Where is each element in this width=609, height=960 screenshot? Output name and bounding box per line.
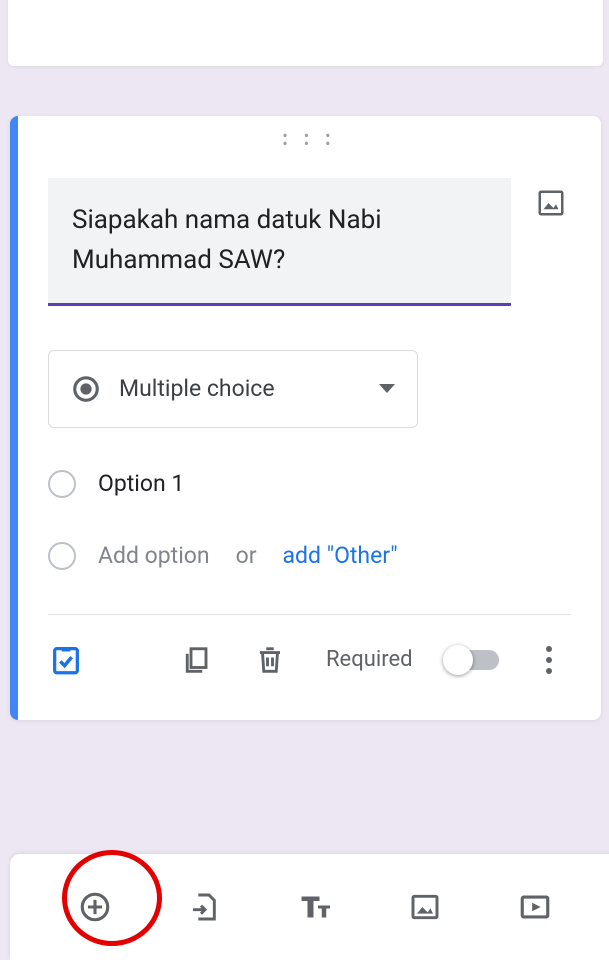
file-import-icon (189, 891, 221, 923)
option-row[interactable]: Option 1 (48, 470, 571, 498)
selection-accent-bar (10, 116, 18, 720)
more-options-button[interactable] (525, 636, 573, 684)
insert-toolbar (10, 854, 609, 960)
trash-icon (255, 645, 285, 675)
required-label: Required (326, 647, 413, 672)
radio-selected-icon (71, 374, 101, 404)
question-type-label: Multiple choice (119, 375, 361, 402)
option-label[interactable]: Option 1 (98, 470, 184, 497)
toggle-knob (443, 645, 473, 675)
or-text: or (236, 542, 257, 569)
add-option-link[interactable]: Add option (98, 542, 210, 569)
chevron-down-icon (379, 384, 395, 393)
add-other-link[interactable]: add "Other" (283, 542, 398, 569)
previous-question-card[interactable] (8, 0, 603, 66)
radio-unchecked-icon (48, 470, 76, 498)
add-image-button[interactable] (531, 188, 571, 218)
required-toggle[interactable] (445, 650, 499, 670)
answer-key-button[interactable] (42, 636, 90, 684)
add-question-button[interactable] (78, 890, 112, 924)
question-text-input[interactable]: Siapakah nama datuk Nabi Muhammad SAW? (48, 178, 511, 306)
drag-handle-icon[interactable]: • • • • • • (18, 116, 601, 148)
add-title-button[interactable] (297, 889, 333, 925)
delete-button[interactable] (246, 636, 294, 684)
add-option-row: Add option or add "Other" (48, 542, 571, 570)
copy-icon (181, 645, 211, 675)
import-questions-button[interactable] (189, 891, 221, 923)
clipboard-check-icon (49, 643, 83, 677)
radio-unchecked-icon (48, 542, 76, 570)
image-icon (536, 188, 566, 218)
question-text[interactable]: Siapakah nama datuk Nabi Muhammad SAW? (72, 200, 493, 281)
add-image-toolbar-button[interactable] (409, 891, 441, 923)
question-card: • • • • • • Siapakah nama datuk Nabi Muh… (10, 116, 601, 720)
question-type-dropdown[interactable]: Multiple choice (48, 350, 418, 428)
add-video-button[interactable] (518, 890, 552, 924)
text-tt-icon (297, 889, 333, 925)
image-icon (409, 891, 441, 923)
video-play-icon (518, 890, 552, 924)
plus-circle-icon (78, 890, 112, 924)
duplicate-button[interactable] (172, 636, 220, 684)
